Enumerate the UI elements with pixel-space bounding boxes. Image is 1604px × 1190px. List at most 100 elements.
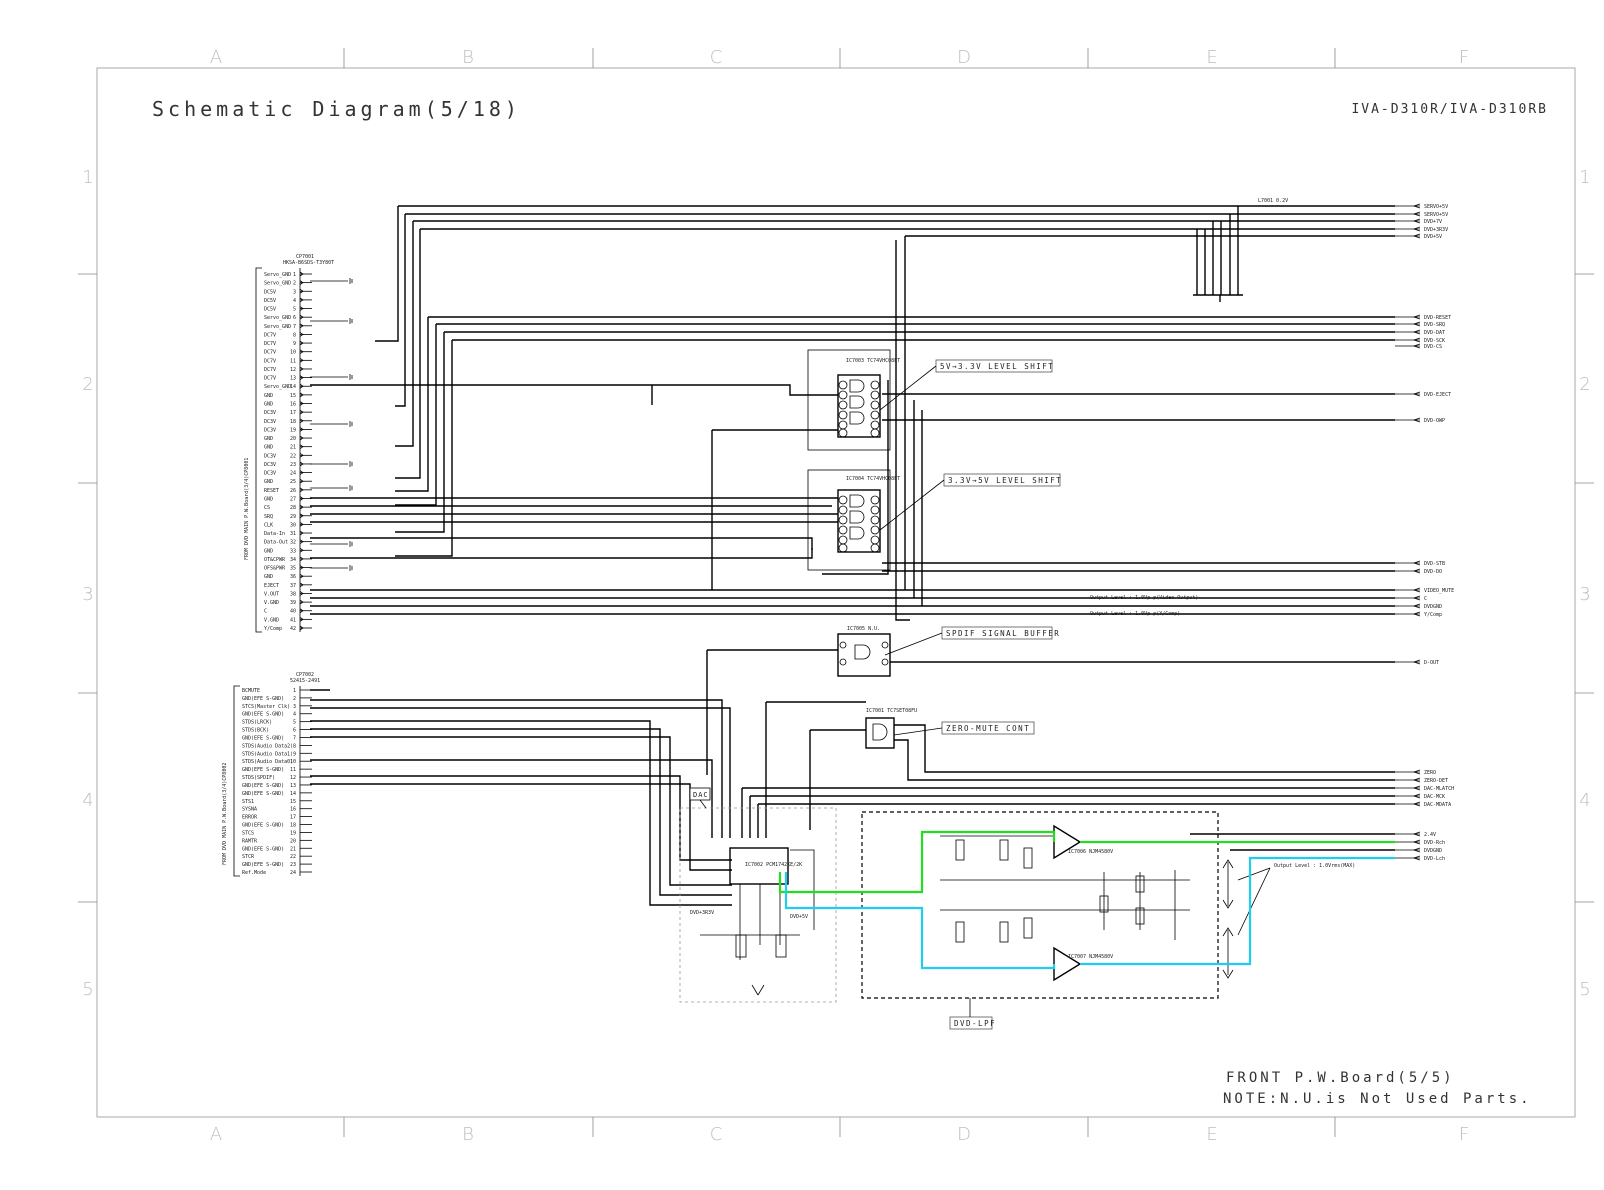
cp7002-pin-number: 13 [290, 783, 296, 789]
cp7001-pin-label: CS [264, 505, 270, 511]
main-wires [310, 205, 1395, 621]
cp7001-pin-number: 40 [290, 609, 296, 615]
grid-row-1-right: 1 [1579, 167, 1590, 188]
level-shift-2-label: 3.3V→5V LEVEL SHIFT [948, 476, 1062, 485]
cp7001-pin-label: C [264, 609, 267, 615]
cp7001-pin-number: 35 [290, 566, 296, 572]
cp7002-pin-number: 7 [293, 735, 296, 741]
grid-col-e-top: E [1206, 47, 1217, 68]
cp7002-side-label: FROM DVD MAIN P.W.Board(3/4)CP8002 [222, 763, 228, 865]
ic7004-level-shifter: IC7004 TC74VHC08FT [807, 469, 900, 571]
connector-cp7002: CP7002 52415-2491 FROM DVD MAIN P.W.Boar… [222, 672, 320, 877]
cp7002-pin-label: STDS(Audio Data0) [242, 759, 293, 765]
cp7001-pin-number: 9 [293, 341, 296, 347]
cp7002-pin-number: 22 [290, 854, 296, 860]
output-level-3: Output Level : 1.0Vrms(MAX) [1274, 863, 1355, 869]
cp7001-pin-number: 37 [290, 583, 296, 589]
grid-col-b-top: B [462, 47, 474, 68]
ic7005-spdif-buffer: IC7005 N.U. [837, 626, 891, 677]
cp7001-part: HKSA-B6SDS-T3Y80T [283, 260, 334, 266]
cp7002-pin-label: SYSNA [242, 807, 257, 813]
cp7002-pin-number: 1 [293, 688, 296, 694]
cp7001-pin-number: 19 [290, 427, 296, 433]
output-label: DVD+7V [1424, 219, 1442, 225]
cp7001-pin-label: Servo_GND [264, 384, 291, 390]
cp7001-pin-number: 12 [290, 367, 296, 373]
level-shift-2-box: 3.3V→5V LEVEL SHIFT [879, 473, 1062, 531]
cp7001-pin-label: Data-Out [264, 540, 288, 546]
right-output-list: SERVO+5VSERVO+5VDVD+7VDVD+3R3VDVD+5VDVD-… [1395, 203, 1454, 862]
output-label: DVD-STB [1424, 561, 1445, 567]
cp7002-pin-number: 9 [293, 751, 296, 757]
cp7001-pin-label: DC7V [264, 367, 276, 373]
cp7001-pin-label: GND [264, 496, 273, 502]
cp7001-pin-number: 23 [290, 462, 296, 468]
cp7001-pin-label: DC3V [264, 462, 276, 468]
ic7003-label: IC7003 TC74VHC08FT [846, 358, 900, 364]
cp7002-pin-label: GND(EFE S-GND) [242, 791, 284, 797]
cp7001-pin-number: 20 [290, 436, 296, 442]
cp7001-pin-label: DC3V [264, 453, 276, 459]
grid-col-c-top: C [710, 47, 723, 68]
cp7001-pin-label: DC7V [264, 358, 276, 364]
dac-label: DAC [693, 791, 709, 799]
cp7001-pin-label: Servo_GND [264, 272, 291, 278]
cp7002-pin-list: BCMUTE 1 GND(EFE S-GND) 2STCS(Master Clk) 3 G… [242, 688, 312, 876]
cp7002-pin-label: STDS(Audio Data1) [242, 751, 293, 757]
dvd5v-label: DVD+5V [790, 914, 808, 920]
cp7001-side-label: FROM DVD MAIN P.W.Board(3/4)CP8001 [244, 458, 250, 560]
cp7001-pin-label: GND [264, 402, 273, 408]
cp7002-pin-number: 20 [290, 838, 296, 844]
ic7006-label: IC7006 NJM4580V [1068, 849, 1113, 855]
output-label: DVD+3R3V [1424, 227, 1448, 233]
cp7002-pin-label: STS1 [242, 799, 254, 805]
output-label: DAC-MCK [1424, 794, 1445, 800]
cp7001-pin-label: V.GND [264, 617, 279, 623]
cp7001-pin-number: 5 [293, 307, 296, 313]
cp7001-pin-number: 2 [293, 281, 296, 287]
cp7001-pin-number: 26 [290, 488, 296, 494]
rch-signal-path [778, 830, 1056, 894]
grid-col-f-bottom: F [1459, 1124, 1469, 1145]
cp7002-pin-number: 3 [293, 704, 296, 710]
cp7002-pin-number: 2 [293, 696, 296, 702]
ic7001-zero-mute: IC7001 TC7SET08FU [865, 708, 917, 749]
cp7002-pin-number: 23 [290, 862, 296, 868]
cp7001-pin-label: DC5V [264, 298, 276, 304]
cp7002-pin-number: 6 [293, 728, 296, 734]
cp7002-pin-number: 12 [290, 775, 296, 781]
dvd3r3v-label: DVD+3R3V [690, 910, 714, 916]
zero-mute-box: ZERO-MUTE CONT [893, 721, 1035, 736]
output-label: DVD-DO [1424, 569, 1442, 575]
cp7001-pin-label: V.OUT [264, 591, 279, 597]
cp7001-pin-label: CLK [264, 522, 273, 528]
cp7001-pin-number: 15 [290, 393, 296, 399]
output-label: DVD-EJECT [1424, 392, 1451, 398]
cp7001-pin-label: GND [264, 574, 273, 580]
ic7007-label: IC7007 NJM4580V [1068, 954, 1113, 960]
cp7002-pin-label: GND(EFE S-GND) [242, 696, 284, 702]
cp7001-pin-number: 4 [293, 298, 296, 304]
cp7001-pin-label: DC3V [264, 471, 276, 477]
cp7001-pin-number: 13 [290, 376, 296, 382]
output-label: VIDEO_MUTE [1424, 588, 1454, 594]
cp7002-pin-number: 19 [290, 830, 296, 836]
cp7002-pin-label: RAMTR [242, 838, 258, 844]
cp7001-pin-number: 25 [290, 479, 296, 485]
cp7002-pin-label: BCMUTE [242, 688, 260, 694]
cp7001-pin-label: Servo_GND [264, 324, 291, 330]
cp7002-pin-number: 16 [290, 807, 296, 813]
level-shift-1-label: 5V→3.3V LEVEL SHIFT [940, 362, 1054, 371]
cp7001-pin-label: Servo_GND [264, 281, 291, 287]
cp7002-pin-number: 8 [293, 743, 296, 749]
cp7001-pin-number: 3 [293, 289, 296, 295]
cp7001-pin-label: Data-In [264, 531, 285, 537]
cp7002-pin-label: STDS(Audio Data2) [242, 743, 293, 749]
cp7001-pin-number: 28 [290, 505, 296, 511]
cp7001-pin-number: 17 [290, 410, 296, 416]
cp7001-pin-label: DC5V [264, 307, 276, 313]
cp7002-pin-number: 17 [290, 815, 296, 821]
cp7002-pin-label: GND(EFE S-GND) [242, 846, 284, 852]
grid-row-2-left: 2 [82, 374, 93, 395]
cp7001-pin-label: GND [264, 548, 273, 554]
